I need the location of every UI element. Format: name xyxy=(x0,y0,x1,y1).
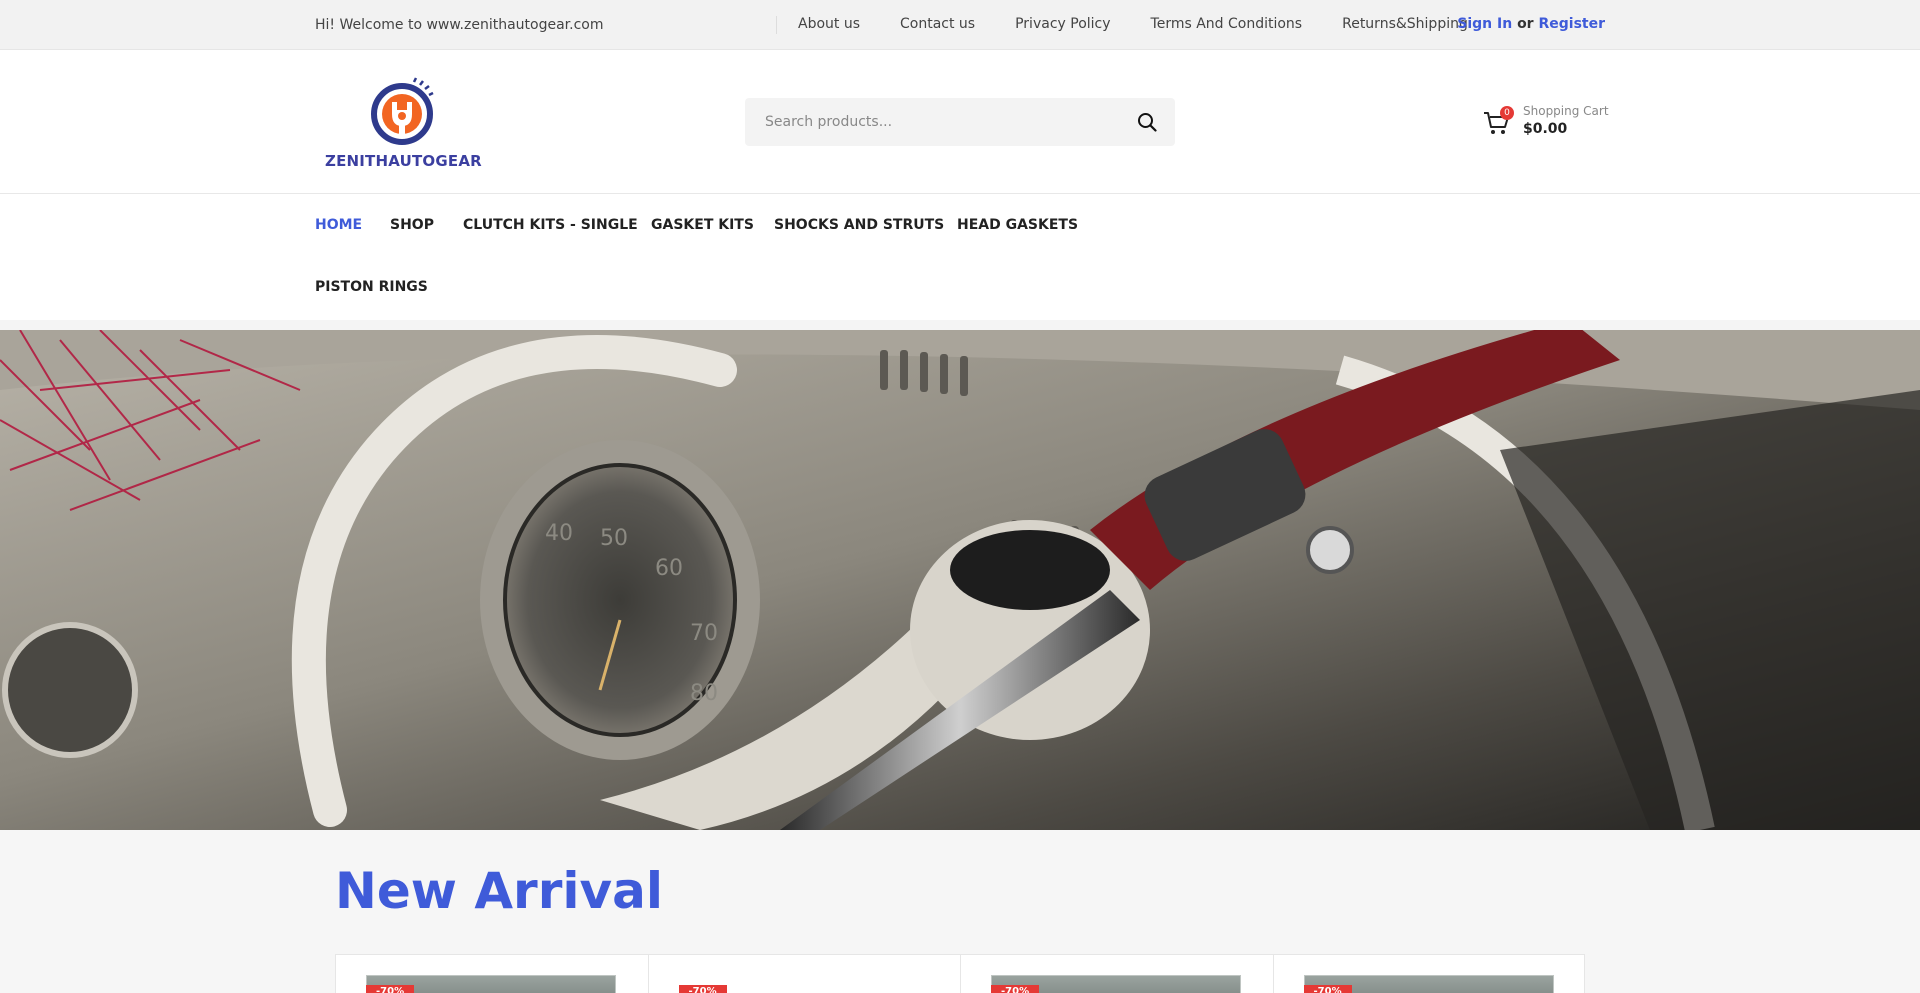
divider xyxy=(776,16,777,34)
product-card[interactable]: -70% xyxy=(1272,954,1585,993)
privacy-policy-link[interactable]: Privacy Policy xyxy=(1015,16,1110,32)
welcome-text: Hi! Welcome to www.zenithautogear.com xyxy=(315,17,604,33)
svg-text:70: 70 xyxy=(690,621,718,646)
nav-home[interactable]: HOME xyxy=(315,217,362,233)
sale-badge: -70% xyxy=(1303,985,1352,993)
site-header: ZENITHAUTOGEAR 0 Shopping Cart $0.00 xyxy=(0,50,1920,194)
sale-badge: -70% xyxy=(678,985,727,993)
search-bar xyxy=(745,98,1175,146)
about-us-link[interactable]: About us xyxy=(798,16,860,32)
cart-label: Shopping Cart xyxy=(1523,104,1609,118)
nav-shocks-struts[interactable]: SHOCKS AND STRUTS xyxy=(774,217,944,233)
sale-badge: -70% xyxy=(366,985,415,993)
nav-divider-strip xyxy=(0,320,1920,330)
svg-text:60: 60 xyxy=(655,556,683,581)
product-grid: -70% -70% -70% -70% xyxy=(335,954,1585,993)
sale-badge: -70% xyxy=(991,985,1040,993)
or-text: or xyxy=(1517,16,1534,32)
terms-link[interactable]: Terms And Conditions xyxy=(1151,16,1303,32)
contact-us-link[interactable]: Contact us xyxy=(900,16,975,32)
top-links: About us Contact us Privacy Policy Terms… xyxy=(798,16,1508,32)
svg-text:80: 80 xyxy=(690,681,718,706)
product-card[interactable]: -70% xyxy=(647,954,960,993)
nav-clutch-kits[interactable]: CLUTCH KITS - SINGLE xyxy=(463,217,638,233)
section-title: New Arrival xyxy=(335,862,663,920)
auth-links: Sign In or Register xyxy=(1457,16,1605,32)
returns-shipping-link[interactable]: Returns&Shipping xyxy=(1342,16,1468,32)
product-card[interactable]: -70% xyxy=(960,954,1273,993)
logo-text: ZENITHAUTOGEAR xyxy=(325,152,482,170)
search-icon[interactable] xyxy=(1137,112,1157,132)
nav-head-gaskets[interactable]: HEAD GASKETS xyxy=(957,217,1078,233)
svg-text:50: 50 xyxy=(600,526,628,551)
sign-in-link[interactable]: Sign In xyxy=(1457,16,1512,32)
nav-shop[interactable]: SHOP xyxy=(390,217,434,233)
shopping-cart[interactable]: 0 Shopping Cart $0.00 xyxy=(1483,102,1609,142)
cart-total: $0.00 xyxy=(1523,121,1568,137)
logo-emblem-icon xyxy=(371,77,434,145)
site-logo[interactable]: ZENITHAUTOGEAR xyxy=(325,76,482,171)
hero-image: 40 50 60 70 80 xyxy=(0,330,1920,830)
hero-banner: 40 50 60 70 80 xyxy=(0,330,1920,830)
register-link[interactable]: Register xyxy=(1538,16,1605,32)
top-bar: Hi! Welcome to www.zenithautogear.com Ab… xyxy=(0,0,1920,50)
svg-text:40: 40 xyxy=(545,521,573,546)
nav-gasket-kits[interactable]: GASKET KITS xyxy=(651,217,754,233)
nav-piston-rings[interactable]: PISTON RINGS xyxy=(315,279,428,295)
main-nav: HOME SHOP CLUTCH KITS - SINGLE GASKET KI… xyxy=(0,194,1920,330)
product-card[interactable]: -70% xyxy=(335,954,648,993)
search-input[interactable] xyxy=(745,98,1125,146)
cart-count-badge: 0 xyxy=(1500,106,1514,120)
